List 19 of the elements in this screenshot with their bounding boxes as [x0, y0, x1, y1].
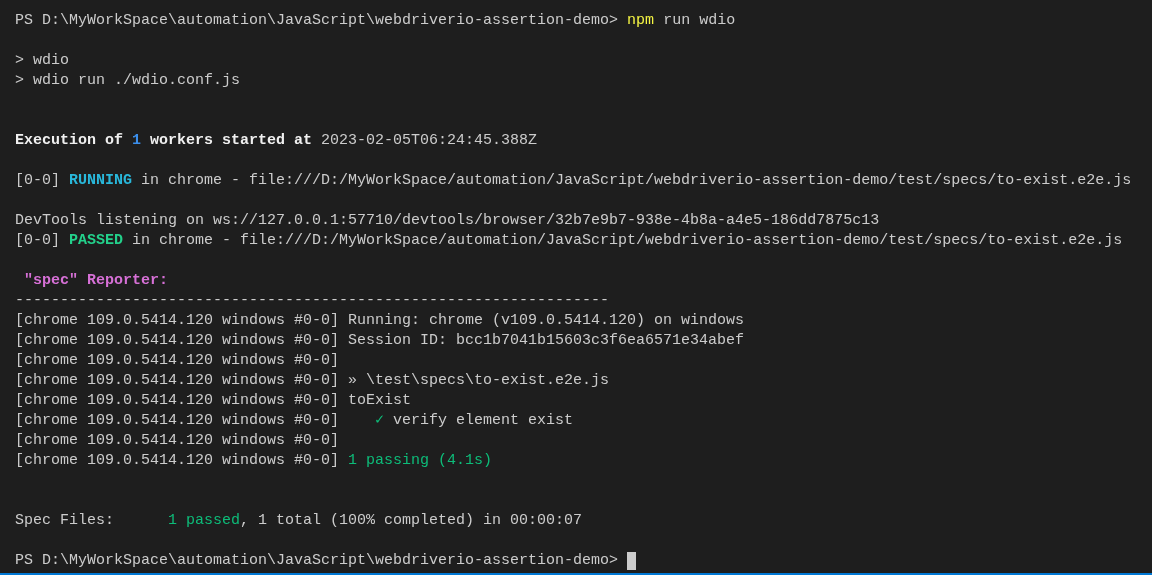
terminal-line: [chrome 109.0.5414.120 windows #0-0] [15, 431, 340, 451]
terminal-line: [chrome 109.0.5414.120 windows #0-0] 1 passing (4.1s) [15, 451, 493, 471]
terminal-line: [0-0] RUNNING in chrome - file:///D:/MyWorkSpace/automation/JavaScript/webdriverio-assertion-demo/test/specs/to-exist.e2e.js [15, 171, 1132, 191]
terminal-line: [chrome 109.0.5414.120 windows #0-0] [15, 351, 340, 371]
terminal-line: [chrome 109.0.5414.120 windows #0-0] Running: chrome (v109.0.5414.120) on windows [15, 311, 745, 331]
terminal-line: > wdio run ./wdio.conf.js [15, 71, 241, 91]
terminal-line: [chrome 109.0.5414.120 windows #0-0] » \test\specs\to-exist.e2e.js [15, 371, 610, 391]
terminal-line: ------------------------------------------------------------------ [15, 291, 610, 311]
terminal-line: Spec Files: 1 passed, 1 total (100% completed) in 00:00:07 [15, 511, 583, 531]
terminal-line: [0-0] PASSED in chrome - file:///D:/MyWorkSpace/automation/JavaScript/webdriverio-assertion-demo/test/specs/to-exist.e2e.js [15, 231, 1123, 251]
terminal-line: [chrome 109.0.5414.120 windows #0-0] ✓ verify element exist [15, 411, 574, 431]
terminal-line: PS D:\MyWorkSpace\automation\JavaScript\webdriverio-assertion-demo> npm run wdio [15, 11, 736, 31]
terminal-line: DevTools listening on ws://127.0.0.1:57710/devtools/browser/32b7e9b7-938e-4b8a-a4e5-186dd7875c13 [15, 211, 880, 231]
terminal-line: Execution of 1 workers started at 2023-02-05T06:24:45.388Z [15, 131, 538, 151]
terminal-line: [chrome 109.0.5414.120 windows #0-0] toExist [15, 391, 412, 411]
terminal-line: [chrome 109.0.5414.120 windows #0-0] Session ID: bcc1b7041b15603c3f6ea6571e34abef [15, 331, 745, 351]
terminal-line: PS D:\MyWorkSpace\automation\JavaScript\webdriverio-assertion-demo> [15, 551, 620, 571]
terminal-line: "spec" Reporter: [23, 271, 169, 291]
terminal-line: > wdio [15, 51, 69, 71]
